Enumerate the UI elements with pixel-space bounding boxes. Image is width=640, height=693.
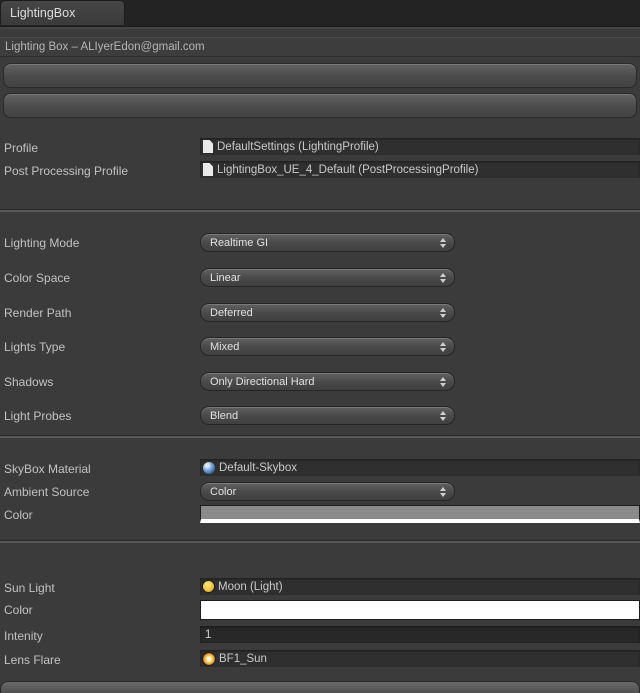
ambient-color-row: Color <box>0 505 640 525</box>
intensity-row: Intenity 1 <box>0 626 640 646</box>
intensity-input[interactable]: 1 <box>200 626 640 643</box>
skybox-material-label: SkyBox Material <box>4 459 91 479</box>
ambient-color-swatch[interactable] <box>200 505 640 523</box>
ambient-source-value: Color <box>210 486 236 498</box>
document-icon <box>203 163 213 176</box>
sun-color-row: Color <box>0 600 640 620</box>
intensity-label: Intenity <box>4 626 43 646</box>
light-icon <box>203 581 214 592</box>
color-space-value: Linear <box>210 272 241 284</box>
lens-flare-icon <box>203 653 215 665</box>
lens-flare-value: BF1_Sun <box>219 653 267 665</box>
render-path-row: Render Path Deferred <box>0 303 640 323</box>
profile-label: Profile <box>4 138 38 158</box>
sun-light-row: Sun Light Moon (Light) <box>0 578 640 598</box>
light-probes-value: Blend <box>210 410 238 422</box>
editor-tab-bar: LightingBox <box>0 0 640 27</box>
ambient-source-label: Ambient Source <box>4 482 89 502</box>
lighting-mode-dropdown[interactable]: Realtime GI <box>200 233 455 252</box>
lightingbox-panel: LightingBox Lighting Box – ALIyerEdon@gm… <box>0 0 640 690</box>
dropdown-arrows-icon <box>440 342 446 352</box>
color-space-label: Color Space <box>4 268 70 288</box>
render-path-dropdown[interactable]: Deferred <box>200 303 455 322</box>
color-space-row: Color Space Linear <box>0 268 640 288</box>
light-probes-dropdown[interactable]: Blend <box>200 406 455 425</box>
section-divider <box>0 209 640 212</box>
render-path-label: Render Path <box>4 303 71 323</box>
sun-light-object-field[interactable]: Moon (Light) <box>200 578 640 595</box>
dropdown-arrows-icon <box>440 308 446 318</box>
profile-object-value: DefaultSettings (LightingProfile) <box>217 141 379 153</box>
render-path-value: Deferred <box>210 307 253 319</box>
sun-light-value: Moon (Light) <box>218 581 283 593</box>
ambient-source-dropdown[interactable]: Color <box>200 482 455 501</box>
section-divider <box>0 435 640 438</box>
sun-color-swatch[interactable] <box>200 600 640 620</box>
sun-color-label: Color <box>4 600 33 620</box>
material-sphere-icon <box>203 462 215 474</box>
lighting-mode-value: Realtime GI <box>210 237 268 249</box>
post-processing-profile-object-field[interactable]: LightingBox_UE_4_Default (PostProcessing… <box>200 161 640 178</box>
post-processing-profile-row: Post Processing Profile LightingBox_UE_4… <box>0 161 640 181</box>
shadows-row: Shadows Only Directional Hard <box>0 372 640 392</box>
lens-flare-object-field[interactable]: BF1_Sun <box>200 650 640 667</box>
dropdown-arrows-icon <box>440 411 446 421</box>
ambient-color-label: Color <box>4 505 33 525</box>
lights-type-label: Lights Type <box>4 337 65 357</box>
top-toolbar-button[interactable] <box>3 63 637 88</box>
skybox-material-value: Default-Skybox <box>219 462 297 474</box>
dropdown-arrows-icon <box>440 273 446 283</box>
document-icon <box>203 140 213 153</box>
section-divider <box>0 540 640 543</box>
dropdown-arrows-icon <box>440 487 446 497</box>
lens-flare-row: Lens Flare BF1_Sun <box>0 650 640 670</box>
profile-row: Profile DefaultSettings (LightingProfile… <box>0 138 640 158</box>
shadows-dropdown[interactable]: Only Directional Hard <box>200 372 455 391</box>
lighting-mode-label: Lighting Mode <box>4 233 79 253</box>
second-toolbar-button[interactable] <box>3 93 637 118</box>
tab-lightingbox[interactable]: LightingBox <box>0 0 125 25</box>
panel-top-highlight <box>0 27 640 29</box>
dropdown-arrows-icon <box>440 377 446 387</box>
profile-object-field[interactable]: DefaultSettings (LightingProfile) <box>200 138 640 155</box>
lights-type-value: Mixed <box>210 341 239 353</box>
lights-type-row: Lights Type Mixed <box>0 337 640 357</box>
skybox-material-object-field[interactable]: Default-Skybox <box>200 459 640 476</box>
lighting-mode-row: Lighting Mode Realtime GI <box>0 233 640 253</box>
sun-light-label: Sun Light <box>4 578 55 598</box>
shadows-value: Only Directional Hard <box>210 376 315 388</box>
light-probes-row: Light Probes Blend <box>0 406 640 426</box>
color-space-dropdown[interactable]: Linear <box>200 268 455 287</box>
shadows-label: Shadows <box>4 372 53 392</box>
lens-flare-label: Lens Flare <box>4 650 61 670</box>
light-probes-label: Light Probes <box>4 406 71 426</box>
dropdown-arrows-icon <box>440 238 446 248</box>
ambient-source-row: Ambient Source Color <box>0 482 640 502</box>
post-processing-profile-label: Post Processing Profile <box>4 161 128 181</box>
post-processing-profile-object-value: LightingBox_UE_4_Default (PostProcessing… <box>217 164 478 176</box>
lights-type-dropdown[interactable]: Mixed <box>200 337 455 356</box>
skybox-material-row: SkyBox Material Default-Skybox <box>0 459 640 479</box>
plugin-title-bar: Lighting Box – ALIyerEdon@gmail.com <box>0 37 640 57</box>
bottom-toolbar-button[interactable] <box>0 681 640 693</box>
